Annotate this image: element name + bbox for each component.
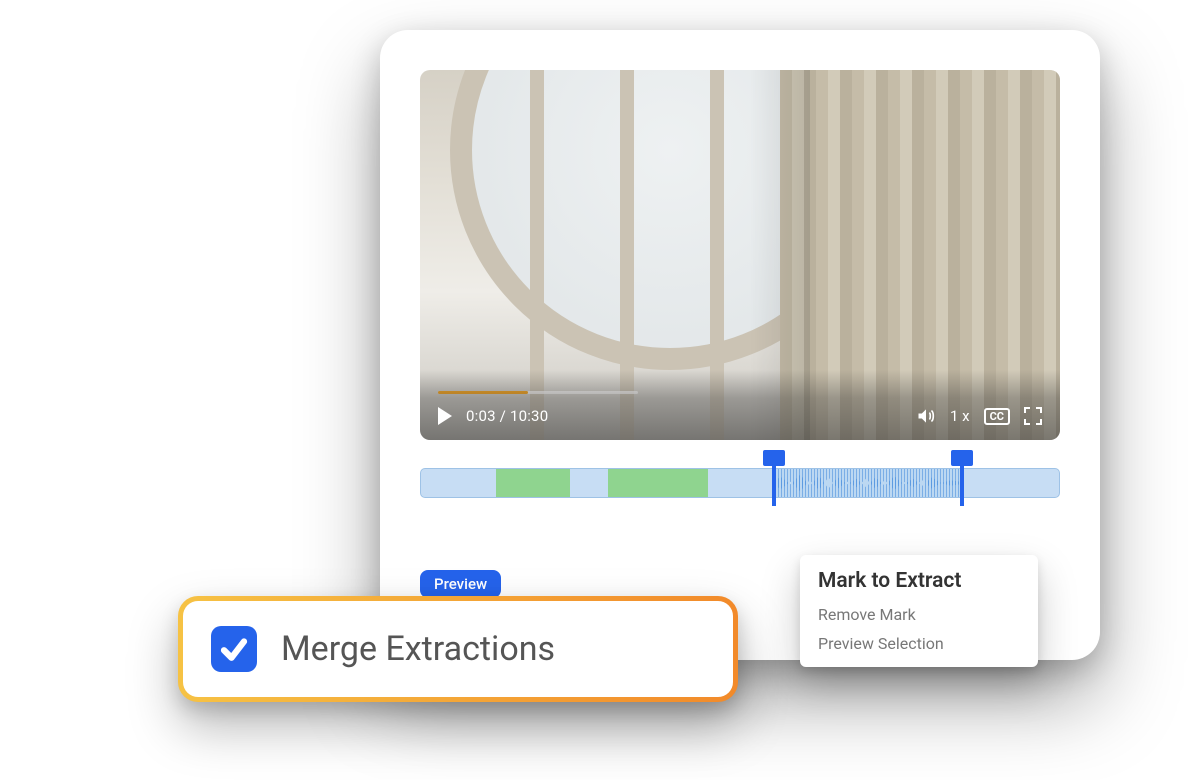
marked-segment[interactable] — [608, 469, 708, 497]
timeline[interactable] — [420, 460, 1060, 502]
fullscreen-icon[interactable] — [1024, 407, 1042, 425]
time-display: 0:03 / 10:30 — [466, 407, 548, 425]
player-controls: 0:03 / 10:30 1 x CC — [420, 370, 1060, 440]
marked-segment[interactable] — [496, 469, 570, 497]
duration: 10:30 — [510, 407, 548, 425]
merge-checkbox[interactable] — [211, 626, 257, 672]
video-preview[interactable]: 0:03 / 10:30 1 x CC — [420, 70, 1060, 440]
volume-icon[interactable] — [916, 406, 936, 426]
menu-item-mark-to-extract[interactable]: Mark to Extract — [818, 569, 1020, 593]
selection-region[interactable] — [772, 469, 960, 497]
preview-button[interactable]: Preview — [420, 570, 501, 598]
selection-handle-start[interactable] — [772, 460, 776, 506]
current-time: 0:03 — [466, 407, 496, 425]
playback-speed[interactable]: 1 x — [950, 407, 970, 425]
menu-item-preview-selection[interactable]: Preview Selection — [818, 634, 1020, 653]
cc-icon[interactable]: CC — [984, 408, 1010, 425]
context-menu: Mark to Extract Remove Mark Preview Sele… — [800, 555, 1038, 667]
merge-label: Merge Extractions — [281, 629, 555, 669]
menu-item-remove-mark[interactable]: Remove Mark — [818, 605, 1020, 624]
play-icon[interactable] — [438, 407, 452, 425]
merge-extractions-option: Merge Extractions — [178, 596, 738, 702]
selection-handle-end[interactable] — [960, 460, 964, 506]
